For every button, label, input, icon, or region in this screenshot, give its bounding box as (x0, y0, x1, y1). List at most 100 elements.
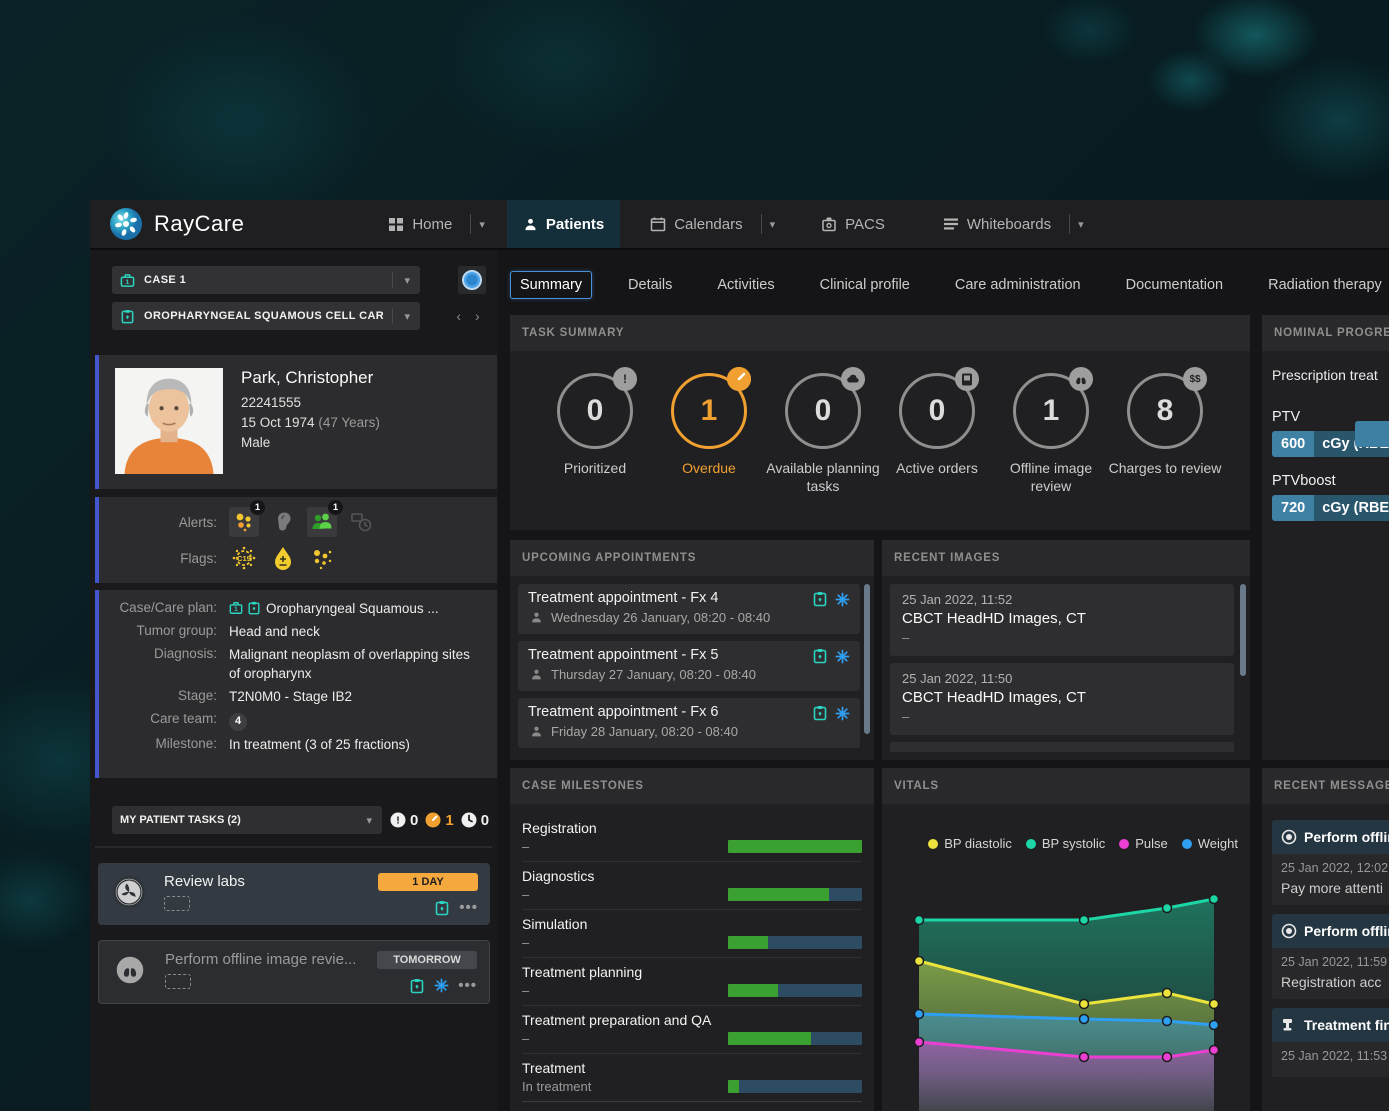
recent-image-card[interactable]: 25 Jan 2022, 11:50 CBCT HeadHD Images, C… (890, 663, 1234, 735)
detail-value: In treatment (3 of 25 fractions) (229, 736, 410, 754)
summary-circle-planning[interactable]: 0 Available planning tasks (766, 373, 880, 495)
image-meta: – (902, 709, 1222, 724)
tab-documentation[interactable]: Documentation (1117, 272, 1233, 298)
case-selector[interactable]: 1 CASE 1 ▾ (112, 266, 420, 294)
clipboard-icon[interactable] (812, 705, 828, 721)
clipboard-icon[interactable] (812, 591, 828, 607)
raycare-logo-icon (108, 206, 144, 242)
recent-image-card[interactable]: 25 Jan 2022, 11:52 CBCT HeadHD Images, C… (890, 584, 1234, 656)
legend-dot (1026, 839, 1036, 849)
careplan-caret-icon[interactable]: ▾ (402, 310, 412, 323)
patient-dob-line: 15 Oct 1974 (47 Years) (241, 415, 380, 430)
machine-icon (1281, 1017, 1297, 1033)
person-icon (530, 668, 543, 681)
nav-item-calendars[interactable]: Calendars (634, 200, 758, 248)
appointment-card[interactable]: Treatment appointment - Fx 4 Wednesday 2… (518, 584, 860, 634)
milestone-row: Diagnostics – (522, 862, 862, 910)
tab-care-administration[interactable]: Care administration (946, 272, 1090, 298)
detail-row: Tumor group: Head and neck (99, 623, 497, 641)
case-caret-icon[interactable]: ▾ (402, 274, 412, 287)
clipboard-icon[interactable] (434, 900, 450, 916)
upcoming-appointments-panel: UPCOMING APPOINTMENTS Treatment appointm… (510, 540, 874, 760)
tab-summary[interactable]: Summary (510, 271, 592, 299)
summary-circle-offline-review[interactable]: 1 Offline image review (994, 373, 1108, 495)
nav-item-pacs[interactable]: PACS (805, 200, 901, 248)
appointment-card[interactable]: Treatment appointment - Fx 5 Thursday 27… (518, 641, 860, 691)
patient-summary: Park, Christopher 22241555 15 Oct 1974 (… (241, 368, 380, 477)
message-card[interactable]: Treatment fin 25 Jan 2022, 11:53 (1272, 1008, 1389, 1077)
summary-circle-prioritized[interactable]: 0 ! Prioritized (538, 373, 652, 495)
panel-header: RECENT MESSAGES (1262, 768, 1389, 804)
appointments-scrollbar[interactable] (864, 584, 870, 734)
appointment-time: Thursday 27 January, 08:20 - 08:40 (551, 667, 756, 682)
task-card-review-labs[interactable]: Review labs 1 DAY ••• (98, 863, 490, 925)
nav-label: Patients (546, 216, 604, 233)
history-clock-icon (349, 510, 373, 534)
nav-item-home[interactable]: Home (372, 200, 468, 248)
tasks-header-label: MY PATIENT TASKS (2) (120, 814, 364, 826)
tab-clinical-profile[interactable]: Clinical profile (811, 272, 919, 298)
tasks-caret-icon[interactable]: ▾ (364, 814, 374, 827)
nav-item-patients[interactable]: Patients (507, 200, 620, 248)
image-time: 25 Jan 2022, 11:50 (902, 671, 1222, 686)
more-icon[interactable]: ••• (458, 977, 477, 994)
svg-text:1: 1 (234, 606, 238, 613)
vitals-chart[interactable] (882, 868, 1250, 1111)
message-card[interactable]: Perform offline 25 Jan 2022, 11:59 Regis… (1272, 914, 1389, 999)
milestone-row: Simulation – (522, 910, 862, 958)
alert-allergy-tile[interactable]: 1 (229, 507, 259, 537)
tasks-separator (95, 846, 492, 848)
calendars-caret-icon[interactable]: ▾ (762, 218, 784, 231)
task-tag-placeholder (164, 896, 190, 911)
frozen-star-icon (434, 978, 449, 993)
milestone-row: Treatment preparation and QA – (522, 1006, 862, 1054)
milestone-progressbar (728, 888, 862, 901)
summary-circle-overdue[interactable]: 1 Overdue (652, 373, 766, 495)
next-chevron-icon[interactable]: › (471, 308, 484, 324)
task-card-offline-review[interactable]: Perform offline image revie... TOMORROW … (98, 940, 490, 1004)
tab-activities[interactable]: Activities (708, 272, 783, 298)
recent-images-scrollbar[interactable] (1240, 584, 1246, 676)
appointment-card[interactable]: Treatment appointment - Fx 6 Friday 28 J… (518, 698, 860, 748)
patient-name: Park, Christopher (241, 368, 380, 388)
appointment-time: Friday 28 January, 08:20 - 08:40 (551, 724, 738, 739)
clipboard-icon[interactable] (812, 648, 828, 664)
nav-item-whiteboards[interactable]: Whiteboards (927, 200, 1067, 248)
my-patient-tasks-header[interactable]: MY PATIENT TASKS (2) ▾ (112, 806, 382, 834)
image-title: CBCT HeadHD Images, CT (902, 689, 1222, 706)
top-navbar: RayCare Home ▾ Patients (90, 200, 1389, 250)
legend-bp-systolic: BP systolic (1026, 836, 1105, 851)
summary-circle-orders[interactable]: 0 Active orders (880, 373, 994, 495)
appointment-title: Treatment appointment - Fx 5 (528, 647, 850, 663)
alert-careteam-tile[interactable]: 1 (307, 507, 337, 537)
milestone-progressbar (728, 936, 862, 949)
recent-image-card[interactable] (890, 742, 1234, 752)
alert-hearing-tile[interactable] (268, 507, 298, 537)
summary-circle-charges[interactable]: 8 $$ Charges to review (1108, 373, 1222, 495)
panel-header: RECENT IMAGES (882, 540, 1250, 576)
brand-name: RayCare (154, 211, 244, 237)
clipboard-icon[interactable] (409, 978, 425, 994)
careplan-selector[interactable]: OROPHARYNGEAL SQUAMOUS CELL CARCINOMA ▾ (112, 302, 420, 330)
progress-chip[interactable] (1355, 421, 1389, 447)
care-team-count-badge[interactable]: 4 (229, 713, 247, 731)
home-grid-icon (388, 216, 404, 232)
more-icon[interactable]: ••• (459, 899, 478, 916)
case-status-button[interactable] (458, 266, 486, 294)
prev-chevron-icon[interactable]: ‹ (452, 308, 465, 324)
nav-label: Whiteboards (967, 216, 1051, 233)
patient-card[interactable]: Park, Christopher 22241555 15 Oct 1974 (… (95, 355, 497, 489)
tab-details[interactable]: Details (619, 272, 681, 298)
detail-value: Malignant neoplasm of overlapping sites … (229, 646, 479, 682)
milestone-row: Registration – (522, 814, 862, 862)
message-card[interactable]: Perform offline 25 Jan 2022, 12:02 Pay m… (1272, 820, 1389, 905)
labs-icon (112, 875, 146, 909)
alert-history-tile[interactable] (346, 507, 376, 537)
flag-blood-tile[interactable] (268, 543, 298, 573)
task-due-badge: TOMORROW (377, 951, 477, 969)
tab-radiation-therapy[interactable]: Radiation therapy (1259, 272, 1389, 298)
flag-dots-tile[interactable] (307, 543, 337, 573)
flag-covid-tile[interactable]: C19 (229, 543, 259, 573)
whiteboards-caret-icon[interactable]: ▾ (1070, 218, 1092, 231)
home-caret-icon[interactable]: ▾ (471, 218, 493, 231)
